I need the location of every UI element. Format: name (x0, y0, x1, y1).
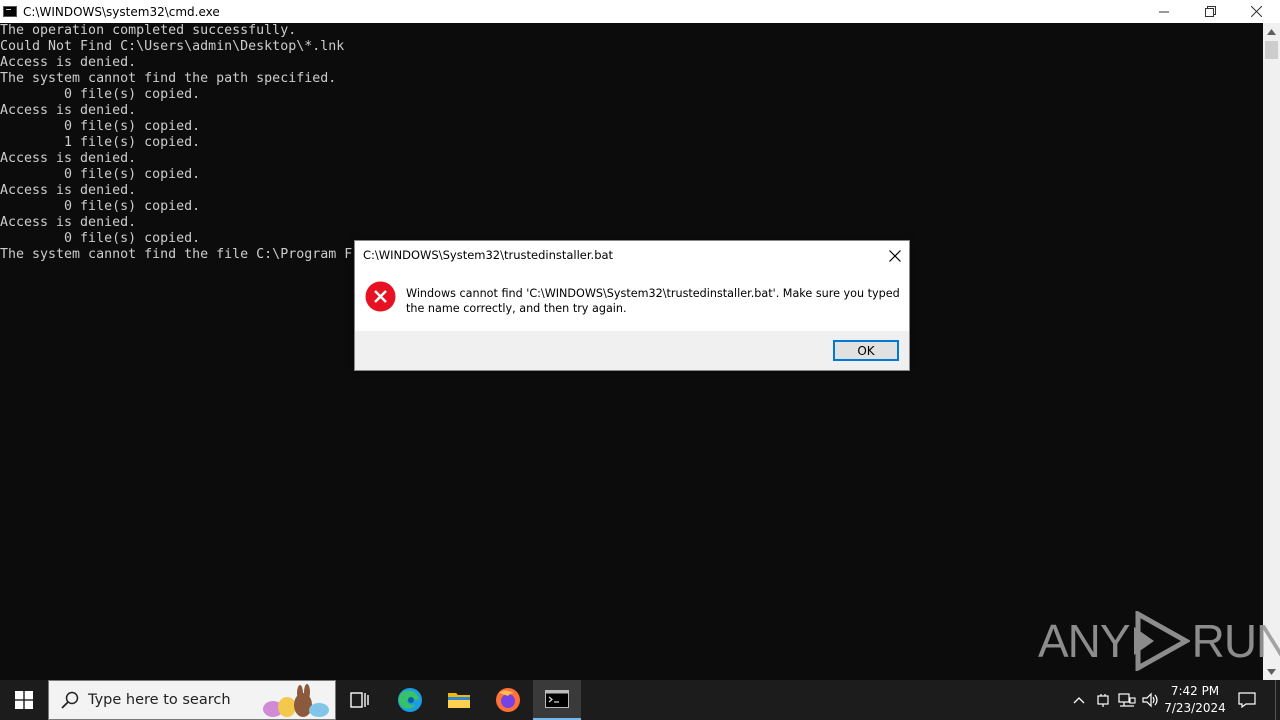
task-view-button[interactable] (336, 680, 384, 720)
action-center-button[interactable] (1234, 680, 1260, 720)
scroll-up-icon (1267, 28, 1276, 35)
clock-time: 7:42 PM (1170, 684, 1220, 698)
taskbar-firefox[interactable] (484, 680, 532, 720)
search-placeholder: Type here to search (88, 692, 231, 708)
console-line: Could Not Find C:\Users\admin\Desktop\*.… (0, 39, 345, 54)
file-explorer-icon (448, 693, 470, 708)
windows-logo-icon (15, 691, 33, 709)
close-button[interactable] (1233, 0, 1279, 23)
usb-device-icon (1097, 694, 1109, 707)
cmd-titlebar[interactable]: C:\WINDOWS\system32\cmd.exe (0, 0, 1280, 23)
notification-icon (1238, 692, 1256, 708)
easter-eggs-icon (263, 684, 329, 717)
anyrun-watermark: ANY RUN (1038, 608, 1280, 674)
cmd-icon (545, 690, 569, 708)
screen: C:\WINDOWS\system32\cmd.exe The operatio… (0, 0, 1280, 720)
error-icon (365, 281, 396, 312)
clock-date: 7/23/2024 (1164, 701, 1226, 715)
taskbar-file-explorer[interactable] (435, 680, 483, 720)
restore-icon (1204, 6, 1216, 17)
chevron-up-icon (1073, 697, 1085, 704)
watermark-right: RUN (1191, 615, 1280, 667)
dialog-title: C:\WINDOWS\System32\trustedinstaller.bat (363, 248, 614, 262)
watermark-left: ANY (1038, 615, 1131, 667)
console-line: 0 file(s) copied. (0, 167, 201, 182)
start-button[interactable] (0, 680, 48, 720)
console-line: 0 file(s) copied. (0, 231, 201, 246)
taskbar-edge[interactable] (386, 680, 434, 720)
play-logo-icon (1133, 611, 1190, 671)
volume-icon (1142, 692, 1158, 708)
network-icon (1118, 693, 1136, 707)
close-icon (1250, 6, 1262, 17)
console-line: The system cannot find the path specifie… (0, 71, 337, 86)
network-button[interactable] (1116, 680, 1138, 720)
console-line: The operation completed successfully. (0, 23, 297, 38)
firefox-icon (496, 688, 520, 712)
edge-icon (398, 688, 422, 712)
dialog-close-button[interactable] (883, 245, 907, 267)
minimize-button[interactable] (1141, 0, 1187, 23)
console-line: Access is denied. (0, 55, 137, 70)
console-line: 1 file(s) copied. (0, 135, 201, 150)
console-line: 0 file(s) copied. (0, 119, 201, 134)
console-line: The system cannot find the file C:\Progr… (0, 247, 353, 262)
scrollbar-thumb[interactable] (1265, 41, 1278, 59)
search-icon (61, 691, 79, 709)
console-line: Access is denied. (0, 151, 137, 166)
taskbar-search-box[interactable]: Type here to search (48, 680, 336, 720)
console-line: Access is denied. (0, 103, 137, 118)
console-line: Access is denied. (0, 215, 137, 230)
tray-device-button[interactable] (1092, 680, 1114, 720)
vertical-scrollbar[interactable] (1263, 23, 1280, 680)
console-line: 0 file(s) copied. (0, 199, 201, 214)
console-line: 0 file(s) copied. (0, 87, 201, 102)
taskbar-cmd[interactable] (533, 680, 581, 720)
cmd-app-icon[interactable] (3, 6, 17, 17)
show-hidden-icons-button[interactable] (1068, 680, 1090, 720)
minimize-icon (1158, 11, 1169, 13)
taskbar-clock[interactable]: 7:42 PM 7/23/2024 (1162, 683, 1228, 717)
console-line: Access is denied. (0, 183, 137, 198)
restore-button[interactable] (1187, 0, 1233, 23)
dialog-message: Windows cannot find 'C:\WINDOWS\System32… (406, 287, 900, 315)
error-dialog: C:\WINDOWS\System32\trustedinstaller.bat… (354, 240, 910, 371)
close-icon (889, 250, 901, 262)
taskbar: Type here to search 7:42 PM 7/23/2024 (0, 680, 1280, 720)
dialog-footer: OK (355, 331, 909, 370)
volume-button[interactable] (1140, 680, 1162, 720)
window-title: C:\WINDOWS\system32\cmd.exe (23, 4, 220, 19)
task-view-icon (350, 692, 369, 708)
scroll-up-button[interactable] (1263, 23, 1280, 40)
show-desktop-button[interactable] (1275, 680, 1280, 720)
ok-button[interactable]: OK (833, 340, 899, 361)
